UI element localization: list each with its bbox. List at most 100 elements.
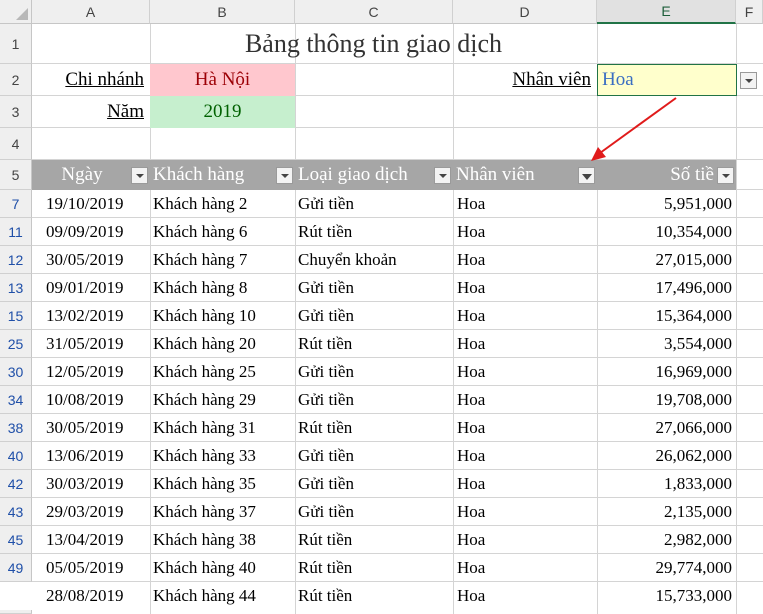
- year-value-cell[interactable]: 2019: [150, 96, 295, 128]
- row-header[interactable]: 11: [0, 218, 32, 246]
- staff-cell[interactable]: Hoa: [453, 190, 597, 218]
- column-header-c[interactable]: C: [295, 0, 453, 24]
- row-header[interactable]: 4: [0, 128, 32, 160]
- amount-cell[interactable]: 10,354,000: [597, 218, 736, 246]
- row-header[interactable]: 25: [0, 330, 32, 358]
- staff-cell[interactable]: Hoa: [453, 218, 597, 246]
- row-header[interactable]: 49: [0, 554, 32, 582]
- date-cell[interactable]: 30/05/2019: [32, 246, 150, 274]
- transaction-type-cell[interactable]: Rút tiền: [295, 218, 453, 246]
- amount-cell[interactable]: 27,066,000: [597, 414, 736, 442]
- row-header[interactable]: 2: [0, 64, 32, 96]
- row-header[interactable]: 43: [0, 498, 32, 526]
- transaction-type-cell[interactable]: Rút tiền: [295, 330, 453, 358]
- transaction-type-cell[interactable]: Rút tiền: [295, 582, 453, 610]
- customer-cell[interactable]: Khách hàng 35: [150, 470, 295, 498]
- row-header[interactable]: 42: [0, 470, 32, 498]
- customer-cell[interactable]: Khách hàng 29: [150, 386, 295, 414]
- date-cell[interactable]: 30/05/2019: [32, 414, 150, 442]
- date-cell[interactable]: 12/05/2019: [32, 358, 150, 386]
- row-header[interactable]: 3: [0, 96, 32, 128]
- customer-cell[interactable]: Khách hàng 2: [150, 190, 295, 218]
- customer-cell[interactable]: Khách hàng 31: [150, 414, 295, 442]
- customer-cell[interactable]: Khách hàng 10: [150, 302, 295, 330]
- row-header[interactable]: 13: [0, 274, 32, 302]
- amount-cell[interactable]: 29,774,000: [597, 554, 736, 582]
- date-cell[interactable]: 13/02/2019: [32, 302, 150, 330]
- transaction-type-cell[interactable]: Gửi tiền: [295, 498, 453, 526]
- amount-cell[interactable]: 19,708,000: [597, 386, 736, 414]
- customer-cell[interactable]: Khách hàng 33: [150, 442, 295, 470]
- branch-value-cell[interactable]: Hà Nội: [150, 64, 295, 96]
- row-header[interactable]: 1: [0, 24, 32, 64]
- amount-cell[interactable]: 3,554,000: [597, 330, 736, 358]
- amount-cell[interactable]: 26,062,000: [597, 442, 736, 470]
- date-cell[interactable]: 09/09/2019: [32, 218, 150, 246]
- date-cell[interactable]: 29/03/2019: [32, 498, 150, 526]
- filter-button-nhan-vien-active[interactable]: [578, 167, 595, 184]
- date-cell[interactable]: 19/10/2019: [32, 190, 150, 218]
- staff-cell[interactable]: Hoa: [453, 302, 597, 330]
- column-header-a[interactable]: A: [32, 0, 150, 24]
- staff-cell[interactable]: Hoa: [453, 386, 597, 414]
- filter-button-khach-hang[interactable]: [276, 167, 293, 184]
- row-header[interactable]: 12: [0, 246, 32, 274]
- customer-cell[interactable]: Khách hàng 40: [150, 554, 295, 582]
- staff-cell[interactable]: Hoa: [453, 582, 597, 610]
- staff-cell[interactable]: Hoa: [453, 526, 597, 554]
- amount-cell[interactable]: 15,733,000: [597, 582, 736, 610]
- staff-dropdown-button[interactable]: [740, 72, 757, 89]
- staff-input-cell[interactable]: Hoa: [597, 64, 737, 96]
- staff-cell[interactable]: Hoa: [453, 246, 597, 274]
- select-all-corner[interactable]: [0, 0, 32, 24]
- customer-cell[interactable]: Khách hàng 38: [150, 526, 295, 554]
- filter-button-so-tien[interactable]: [717, 167, 734, 184]
- staff-cell[interactable]: Hoa: [453, 554, 597, 582]
- date-cell[interactable]: 28/08/2019: [32, 582, 150, 610]
- transaction-type-cell[interactable]: Gửi tiền: [295, 442, 453, 470]
- column-header-e[interactable]: E: [597, 0, 736, 24]
- amount-cell[interactable]: 2,135,000: [597, 498, 736, 526]
- customer-cell[interactable]: Khách hàng 37: [150, 498, 295, 526]
- amount-cell[interactable]: 5,951,000: [597, 190, 736, 218]
- filter-button-ngay[interactable]: [131, 167, 148, 184]
- date-cell[interactable]: 13/04/2019: [32, 526, 150, 554]
- staff-cell[interactable]: Hoa: [453, 442, 597, 470]
- row-header[interactable]: 40: [0, 442, 32, 470]
- filter-button-loai-giao-dich[interactable]: [434, 167, 451, 184]
- staff-cell[interactable]: Hoa: [453, 330, 597, 358]
- transaction-type-cell[interactable]: Rút tiền: [295, 526, 453, 554]
- amount-cell[interactable]: 15,364,000: [597, 302, 736, 330]
- transaction-type-cell[interactable]: Gửi tiền: [295, 358, 453, 386]
- customer-cell[interactable]: Khách hàng 25: [150, 358, 295, 386]
- date-cell[interactable]: 13/06/2019: [32, 442, 150, 470]
- customer-cell[interactable]: Khách hàng 44: [150, 582, 295, 610]
- amount-cell[interactable]: 27,015,000: [597, 246, 736, 274]
- staff-cell[interactable]: Hoa: [453, 358, 597, 386]
- staff-cell[interactable]: Hoa: [453, 274, 597, 302]
- staff-cell[interactable]: Hoa: [453, 498, 597, 526]
- transaction-type-cell[interactable]: Gửi tiền: [295, 470, 453, 498]
- column-header-b[interactable]: B: [150, 0, 295, 24]
- amount-cell[interactable]: 16,969,000: [597, 358, 736, 386]
- amount-cell[interactable]: 2,982,000: [597, 526, 736, 554]
- transaction-type-cell[interactable]: Rút tiền: [295, 554, 453, 582]
- date-cell[interactable]: 30/03/2019: [32, 470, 150, 498]
- date-cell[interactable]: 10/08/2019: [32, 386, 150, 414]
- customer-cell[interactable]: Khách hàng 6: [150, 218, 295, 246]
- transaction-type-cell[interactable]: Gửi tiền: [295, 386, 453, 414]
- row-header[interactable]: 34: [0, 386, 32, 414]
- staff-cell[interactable]: Hoa: [453, 414, 597, 442]
- transaction-type-cell[interactable]: Gửi tiền: [295, 302, 453, 330]
- row-header[interactable]: 7: [0, 190, 32, 218]
- column-header-d[interactable]: D: [453, 0, 597, 24]
- date-cell[interactable]: 05/05/2019: [32, 554, 150, 582]
- transaction-type-cell[interactable]: Rút tiền: [295, 414, 453, 442]
- row-header[interactable]: 5: [0, 160, 32, 190]
- row-header[interactable]: 30: [0, 358, 32, 386]
- column-header-f[interactable]: F: [736, 0, 763, 24]
- row-header[interactable]: 45: [0, 526, 32, 554]
- row-header[interactable]: 15: [0, 302, 32, 330]
- transaction-type-cell[interactable]: Chuyển khoản: [295, 246, 453, 274]
- customer-cell[interactable]: Khách hàng 20: [150, 330, 295, 358]
